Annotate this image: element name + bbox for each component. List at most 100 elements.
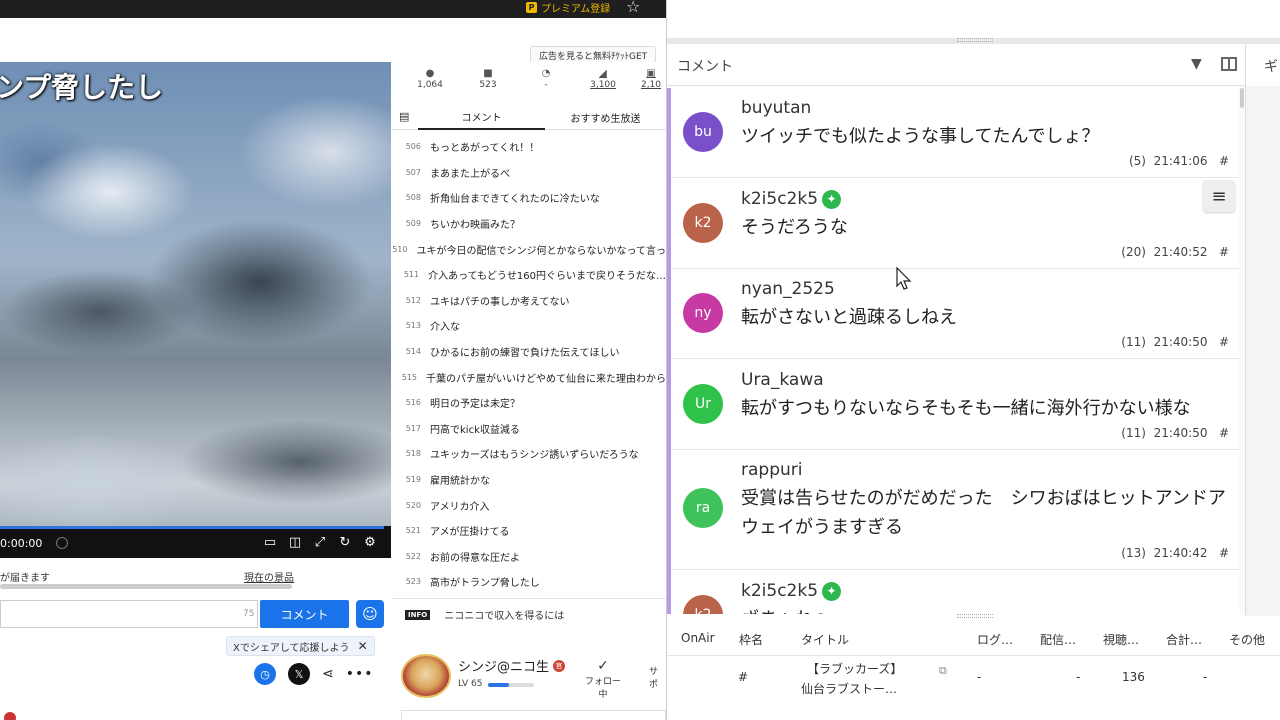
overlay-header: コメント ▼ <box>667 44 1245 86</box>
video-time: 0:00:00 <box>0 537 43 550</box>
list-item[interactable]: 512 ユキはパチの事しか考えてない <box>391 288 666 314</box>
gift-prize-link[interactable]: 現在の景品 <box>244 569 294 584</box>
comment-item[interactable]: ny nyan_2525 転がさないと過疎るしねえ (11) 21:40:50 # <box>671 269 1239 359</box>
list-item[interactable]: 516 明日の予定は未定？ <box>391 390 666 416</box>
comment-count: (11) <box>1121 426 1146 440</box>
th-views[interactable]: 視聴… <box>1103 631 1139 648</box>
th-log[interactable]: ログ… <box>977 631 1013 648</box>
scroll-thumb[interactable] <box>1240 88 1244 108</box>
list-item[interactable]: 521 アメが圧掛けてる <box>391 518 666 544</box>
comment-submit-button[interactable]: コメント <box>260 600 349 628</box>
side-panel <box>1245 86 1280 616</box>
reload-icon[interactable]: ↻ <box>337 535 353 550</box>
list-item[interactable]: 506 もっとあがってくれ！！ <box>391 134 666 160</box>
td-title-line1: 【ラブッカーズ】 <box>807 662 903 676</box>
share-icon[interactable]: ⋖ <box>322 666 334 682</box>
th-onair[interactable]: OnAir <box>681 631 715 645</box>
info-text: ニコニコで収入を得るには <box>444 611 565 622</box>
list-item[interactable]: 509 ちいかわ映画みた？ <box>391 211 666 237</box>
hamburger-menu-icon[interactable]: ≡ <box>1203 180 1235 212</box>
comment-item[interactable]: k2 k2i5c2k5✦ ざまぁねぇ <box>671 571 1239 614</box>
list-item[interactable]: 511 介入あってもどうせ160円ぐらいまで戻りそうだな… <box>391 262 666 288</box>
comment-count: (5) <box>1128 154 1146 168</box>
tab-comments[interactable]: コメント <box>418 104 545 130</box>
copy-icon[interactable]: ⧉ <box>939 664 947 678</box>
stat-gift[interactable]: ▣ 2,10 <box>636 68 666 90</box>
video-player[interactable]: ンプ脅したし <box>0 62 391 558</box>
user-avatar[interactable]: bu <box>683 112 723 152</box>
side-tab[interactable]: ギ <box>1245 44 1280 86</box>
user-name-row: buyutan <box>741 98 811 118</box>
list-item[interactable]: 514 ひかるにお前の練習で負けた伝えてほしい <box>391 339 666 365</box>
list-item[interactable]: 519 雇用統計かな <box>391 467 666 493</box>
th-stream[interactable]: 配信… <box>1040 631 1076 648</box>
streamer-avatar[interactable] <box>401 654 451 698</box>
more-options-icon[interactable]: ••• <box>346 666 374 682</box>
comment-number: 519 <box>405 475 421 485</box>
comment-item[interactable]: Ur Ura_kawa 転がすつもりないならそもそも一緒に海外行かない様な (11) … <box>671 360 1239 450</box>
info-row[interactable]: INFO ニコニコで収入を得るには <box>391 598 666 630</box>
comment-hash[interactable]: # <box>1219 154 1229 168</box>
comment-number: 506 <box>405 142 421 152</box>
user-avatar[interactable]: ra <box>683 488 723 528</box>
filter-icon[interactable]: ▼ <box>1191 56 1202 72</box>
comment-hash[interactable]: # <box>1219 426 1229 440</box>
table-row[interactable]: # 【ラブッカーズ】 仙台ラブストー… - - 136 - <box>667 656 1280 700</box>
td-total: - <box>1203 670 1208 684</box>
list-item[interactable]: 510 ユキが今日の配信でシンジ何とかならないかなって言っ <box>391 236 666 262</box>
emoji-face-icon[interactable]: ☺ <box>356 600 384 628</box>
comment-body: 受賞は告らせたのがだめだった シワおばはヒットアンドアウェイがうますぎる <box>741 488 1226 538</box>
list-item[interactable]: 508 折角仙台まできてくれたのに冷たいな <box>391 185 666 211</box>
th-title[interactable]: タイトル <box>801 631 849 648</box>
th-other[interactable]: その他 <box>1229 631 1265 648</box>
resize-grip[interactable] <box>957 38 993 42</box>
comment-input[interactable] <box>0 600 258 628</box>
th-frame[interactable]: 枠名 <box>739 631 763 648</box>
video-progress-bar[interactable] <box>0 526 384 529</box>
comment-list[interactable]: 506 もっとあがってくれ！！ 507 まあまた上がるべ 508 折角仙台まできてくれたの… <box>391 134 666 594</box>
comment-hash[interactable]: # <box>1219 546 1229 560</box>
comment-item[interactable]: k2 k2i5c2k5 ✦ そうだろうな (20) 21:40:52 # <box>671 179 1239 269</box>
settings-gear-icon[interactable]: ⚙ <box>362 535 378 550</box>
close-icon[interactable]: ✕ <box>358 639 368 653</box>
list-item[interactable]: 518 ユキッカーズはもうシンジ誘いずらいだろうな <box>391 441 666 467</box>
user-avatar[interactable]: Ur <box>683 384 723 424</box>
clock-share-icon[interactable]: ◷ <box>254 663 276 685</box>
premium-link[interactable]: P プレミアム登録 <box>526 0 610 15</box>
list-item[interactable]: 522 お前の得意な圧だよ <box>391 544 666 570</box>
user-name-row: Ura_kawa <box>741 370 824 390</box>
streamer-name-row[interactable]: シンジ@ニコ生 官 <box>458 656 566 675</box>
streamer-name: シンジ@ニコ生 <box>458 660 550 675</box>
list-item[interactable]: 515 千葉のパチ屋がいいけどやめて仙台に来た理由わから <box>391 364 666 390</box>
list-item[interactable]: 523 高市がトランプ脅したし <box>391 569 666 594</box>
follow-button[interactable]: ✓ フォロー中 <box>583 658 623 700</box>
stat-ad[interactable]: ◢ 3,100 <box>578 68 628 90</box>
resize-grip-bottom[interactable] <box>957 614 993 618</box>
user-avatar[interactable]: k2 <box>683 203 723 243</box>
list-item[interactable]: 517 円高でkick収益減る <box>391 416 666 442</box>
level-bar <box>488 683 534 687</box>
comment-hash[interactable]: # <box>1219 335 1229 349</box>
comment-feed[interactable]: bu buyutan ツイッチでも似たような事してたんでしょ？ (5) 21:41:0… <box>667 88 1239 614</box>
star-icon[interactable]: ☆ <box>626 0 640 16</box>
comment-meta: (13) 21:40:42 # <box>1121 546 1229 560</box>
columns-icon[interactable] <box>1221 57 1237 71</box>
seek-icon[interactable] <box>56 537 68 549</box>
support-button[interactable]: サポ <box>649 664 666 690</box>
x-logo-icon[interactable]: 𝕏 <box>288 663 310 685</box>
pip-icon[interactable]: ◫ <box>287 535 303 550</box>
list-item[interactable]: 520 アメリカ介入 <box>391 492 666 518</box>
comment-item[interactable]: ra rappuri 受賞は告らせたのがだめだった シワおばはヒットアンドアウェイが… <box>671 450 1239 570</box>
list-item[interactable]: 507 まあまた上がるべ <box>391 160 666 186</box>
list-item[interactable]: 513 介入な <box>391 313 666 339</box>
comment-item[interactable]: bu buyutan ツイッチでも似たような事してたんでしょ？ (5) 21:41:0… <box>671 88 1239 178</box>
tab-recommended[interactable]: おすすめ生放送 <box>545 104 666 130</box>
user-avatar[interactable]: ny <box>683 293 723 333</box>
feed-scrollbar[interactable] <box>1239 88 1245 614</box>
th-total[interactable]: 合計… <box>1166 631 1202 648</box>
comment-toggle-icon[interactable]: ▭ <box>262 535 278 550</box>
user-avatar[interactable]: k2 <box>683 595 723 614</box>
video-title: ンプ脅したし <box>0 71 164 104</box>
fullscreen-icon[interactable]: ⤢ <box>312 535 328 550</box>
comment-hash[interactable]: # <box>1219 245 1229 259</box>
